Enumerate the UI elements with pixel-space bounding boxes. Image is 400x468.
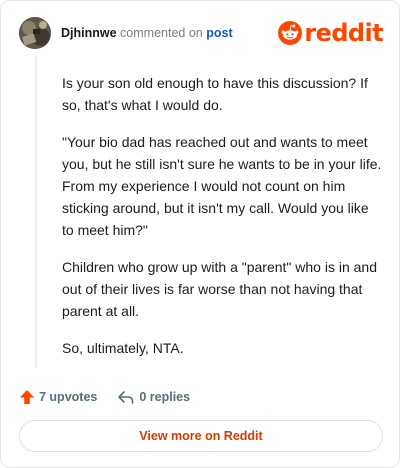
comment-paragraph: Children who grow up with a "parent" who… — [62, 259, 377, 319]
post-link[interactable]: post — [206, 26, 232, 40]
avatar[interactable] — [19, 17, 51, 49]
thread-line — [35, 55, 37, 367]
comment-header: Djhinnwe commented on post reddit — [19, 15, 384, 51]
comment-paragraph: "Your bio dad has reached out and wants … — [62, 134, 382, 238]
reddit-wordmark: reddit — [304, 19, 383, 47]
view-more-label: View more on Reddit — [139, 429, 263, 443]
comment-actions: 7 upvotes 0 replies — [19, 387, 210, 407]
reddit-logo[interactable]: reddit — [278, 19, 384, 47]
snoo-icon — [278, 21, 303, 45]
reply-arrow-icon — [118, 391, 134, 404]
username[interactable]: Djhinnwe — [61, 26, 117, 40]
reply-count: 0 replies — [139, 390, 191, 404]
comment-paragraph: Is your son old enough to have this disc… — [62, 75, 368, 113]
upvote-count: 7 upvotes — [39, 390, 98, 404]
avatar-image — [19, 17, 51, 49]
comment-meta: Djhinnwe commented on post — [61, 26, 233, 40]
action-text: commented on — [120, 26, 203, 40]
upvote-button[interactable]: 7 upvotes — [19, 389, 97, 405]
upvote-arrow-icon — [20, 390, 34, 404]
view-more-button[interactable]: View more on Reddit — [19, 420, 383, 452]
embedded-comment-card: Djhinnwe commented on post reddit Is you… — [0, 0, 400, 468]
comment-paragraph: So, ultimately, NTA. — [62, 340, 184, 356]
reply-button[interactable]: 0 replies — [117, 389, 190, 405]
comment-body: Is your son old enough to have this disc… — [62, 72, 382, 374]
